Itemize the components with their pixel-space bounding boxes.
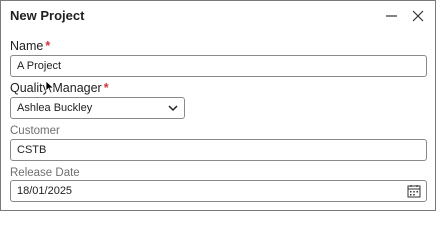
- quality-manager-required-mark: *: [103, 81, 109, 95]
- chevron-down-icon: [168, 105, 178, 112]
- name-required-mark: *: [45, 39, 51, 53]
- name-input[interactable]: A Project: [10, 55, 427, 77]
- customer-label: Customer: [10, 125, 60, 137]
- quality-manager-label: Quality Manager *: [10, 81, 109, 95]
- dialog-title: New Project: [10, 8, 85, 23]
- quality-manager-value: Ashlea Buckley: [17, 102, 93, 114]
- close-icon: [412, 10, 424, 22]
- name-label: Name *: [10, 39, 50, 53]
- release-date-input[interactable]: 18/01/2025: [10, 180, 427, 202]
- quality-manager-select[interactable]: Ashlea Buckley: [10, 97, 185, 119]
- customer-input[interactable]: CSTB: [10, 139, 427, 161]
- name-label-text: Name: [10, 39, 44, 53]
- minimize-icon: [386, 15, 397, 17]
- close-button[interactable]: [408, 6, 428, 26]
- minimize-button[interactable]: [382, 6, 402, 26]
- new-project-dialog: New Project Name * A Project Quality Mana…: [0, 0, 436, 211]
- release-date-value: 18/01/2025: [17, 185, 73, 197]
- quality-manager-label-text: Quality Manager: [10, 81, 102, 95]
- mouse-cursor-icon: [45, 80, 55, 94]
- release-date-label: Release Date: [10, 167, 80, 179]
- calendar-icon[interactable]: [407, 184, 421, 198]
- dialog-title-bar: New Project: [1, 1, 435, 31]
